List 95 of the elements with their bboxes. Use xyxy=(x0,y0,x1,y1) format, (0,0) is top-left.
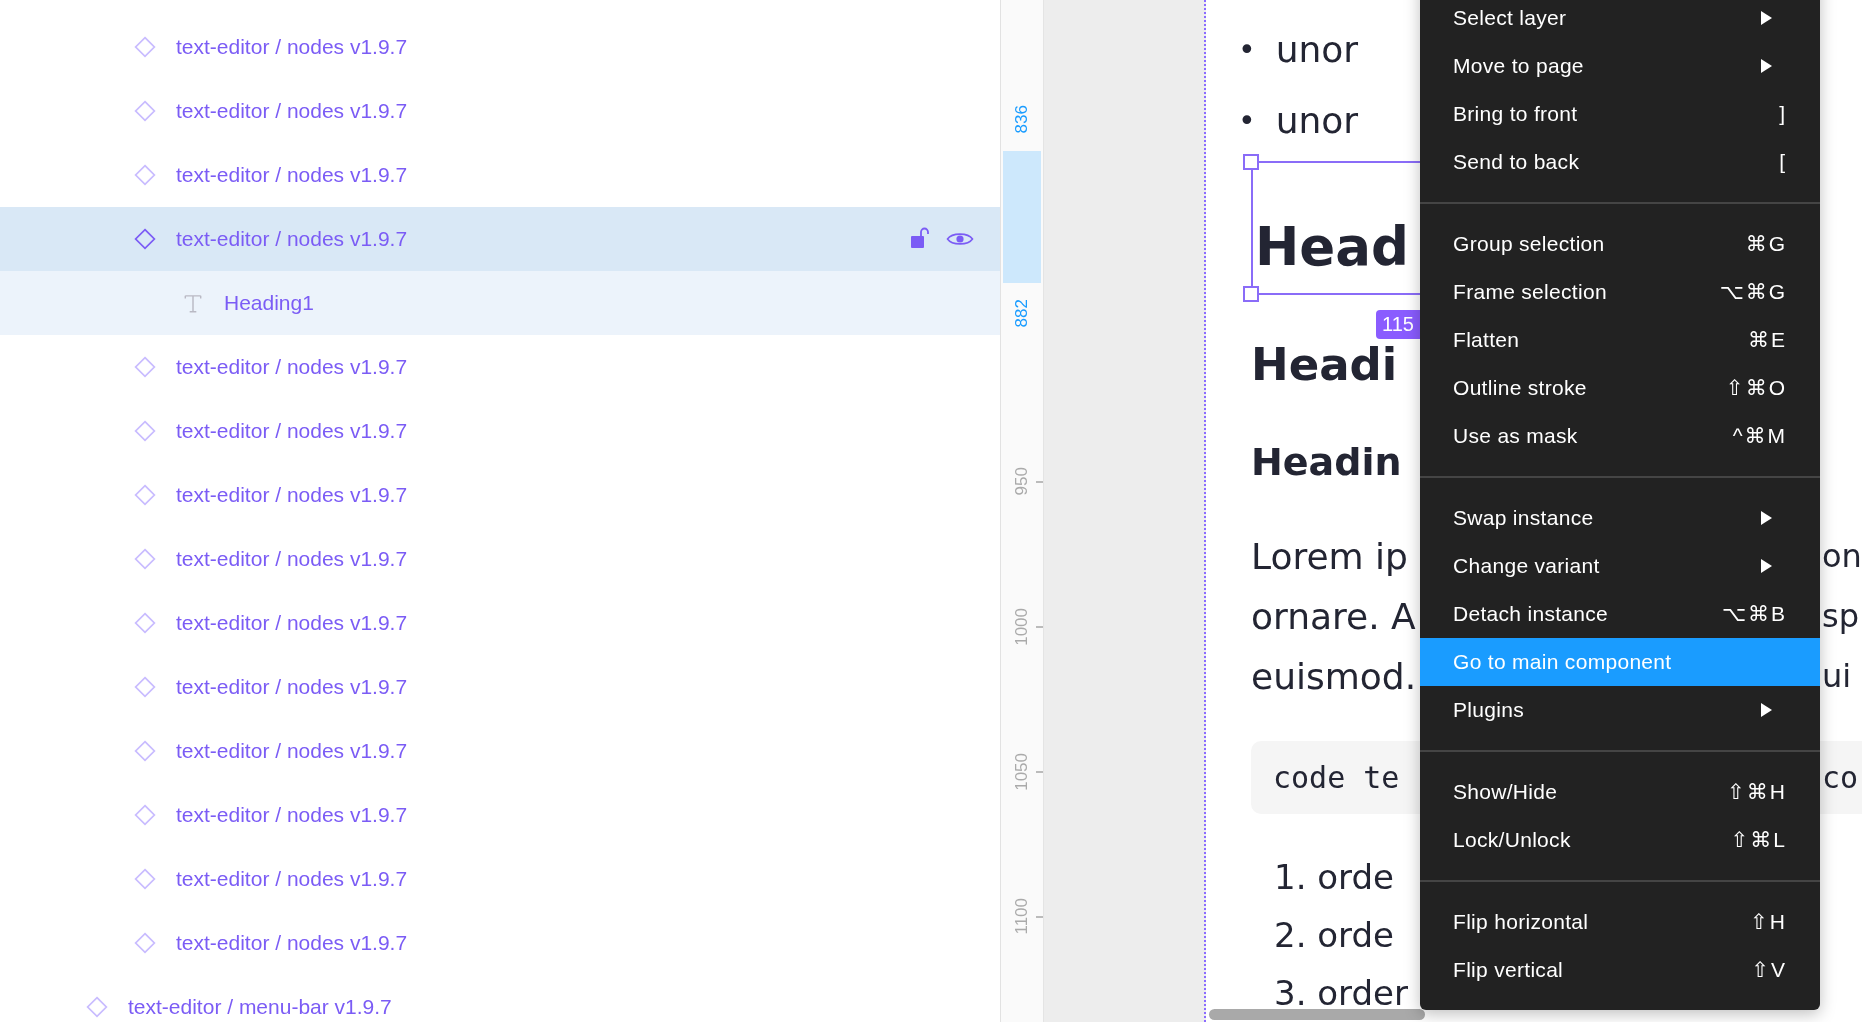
component-icon xyxy=(134,100,156,122)
layer-row[interactable]: text-editor / nodes v1.9.7 xyxy=(0,15,1000,79)
component-icon xyxy=(134,740,156,762)
layer-row[interactable]: text-editor / nodes v1.9.7 xyxy=(0,335,1000,399)
layer-name: text-editor / nodes v1.9.7 xyxy=(176,419,408,443)
layer-row[interactable]: text-editor / nodes v1.9.7 xyxy=(0,527,1000,591)
layer-row[interactable]: text-editor / nodes v1.9.7 xyxy=(0,143,1000,207)
menu-item[interactable]: Plugins xyxy=(1420,686,1820,734)
list-item-text: 1. orde xyxy=(1274,857,1394,897)
eye-icon[interactable] xyxy=(946,231,974,247)
bullet: • xyxy=(1238,102,1256,138)
component-icon xyxy=(134,484,156,506)
list-item-text: unor xyxy=(1275,28,1359,70)
resize-handle[interactable] xyxy=(1243,286,1259,302)
layer-row[interactable]: text-editor / menu-bar v1.9.7 xyxy=(0,975,1000,1022)
component-icon xyxy=(134,868,156,890)
layer-name: text-editor / nodes v1.9.7 xyxy=(176,163,408,187)
paragraph-text: on xyxy=(1822,537,1862,575)
layer-name: text-editor / nodes v1.9.7 xyxy=(176,611,408,635)
text-icon xyxy=(182,292,204,314)
menu-item[interactable]: Flatten ⌘E xyxy=(1420,316,1820,364)
menu-item[interactable]: Flip horizontal ⇧H xyxy=(1420,898,1820,946)
component-icon xyxy=(134,804,156,826)
unlocked-padlock-icon[interactable] xyxy=(910,227,930,249)
layer-row[interactable]: text-editor / nodes v1.9.7 xyxy=(0,847,1000,911)
bullet: • xyxy=(1238,31,1256,67)
ruler-label: 1100 xyxy=(1012,898,1032,935)
menu-item[interactable]: Detach instance ⌥⌘B xyxy=(1420,590,1820,638)
list-item-text: 3. order xyxy=(1274,973,1408,1013)
layer-name: text-editor / nodes v1.9.7 xyxy=(176,99,408,123)
layer-row[interactable]: text-editor / nodes v1.9.7 xyxy=(0,399,1000,463)
component-icon xyxy=(134,356,156,378)
layer-name: text-editor / nodes v1.9.7 xyxy=(176,803,408,827)
component-icon xyxy=(134,932,156,954)
layer-row[interactable]: text-editor / nodes v1.9.7 xyxy=(0,911,1000,975)
menu-item[interactable]: Outline stroke ⇧⌘O xyxy=(1420,364,1820,412)
component-icon xyxy=(134,612,156,634)
layer-name: text-editor / nodes v1.9.7 xyxy=(176,547,408,571)
layer-name: Heading1 xyxy=(224,291,314,315)
layer-row[interactable]: text-editor / nodes v1.9.7 xyxy=(0,783,1000,847)
layer-row[interactable]: text-editor / nodes v1.9.7 xyxy=(0,79,1000,143)
ruler-label: 1000 xyxy=(1012,607,1032,646)
heading-text: Headin xyxy=(1251,440,1402,484)
menu-item[interactable]: Bring to front ] xyxy=(1420,90,1820,138)
layer-name: text-editor / nodes v1.9.7 xyxy=(176,227,408,251)
layer-row[interactable]: text-editor / nodes v1.9.7 xyxy=(0,207,1000,271)
ruler-label: 1050 xyxy=(1012,752,1032,791)
layer-row[interactable]: text-editor / nodes v1.9.7 xyxy=(0,463,1000,527)
code-text: co xyxy=(1822,760,1859,795)
scrollbar[interactable] xyxy=(1209,1009,1425,1020)
menu-item[interactable]: Select layer xyxy=(1420,0,1820,42)
menu-item[interactable]: Swap instance xyxy=(1420,494,1820,542)
layer-name: text-editor / nodes v1.9.7 xyxy=(176,739,408,763)
ruler-label: 836 xyxy=(1012,104,1032,134)
layer-name: text-editor / nodes v1.9.7 xyxy=(176,483,408,507)
component-icon xyxy=(134,228,156,250)
component-icon xyxy=(86,996,108,1018)
paragraph-text: euismod. xyxy=(1251,655,1417,697)
layer-name: text-editor / nodes v1.9.7 xyxy=(176,931,408,955)
menu-item[interactable]: Lock/Unlock ⇧⌘L xyxy=(1420,816,1820,864)
layer-name: text-editor / nodes v1.9.7 xyxy=(176,35,408,59)
component-icon xyxy=(134,164,156,186)
list-item-text: unor xyxy=(1275,99,1359,141)
dimension-badge: 115 xyxy=(1376,310,1420,339)
list-item-text: 2. orde xyxy=(1274,915,1394,955)
menu-item[interactable]: Send to back [ xyxy=(1420,138,1820,186)
resize-handle[interactable] xyxy=(1243,154,1259,170)
layer-row[interactable]: text-editor / nodes v1.9.7 xyxy=(0,719,1000,783)
menu-item[interactable]: Frame selection ⌥⌘G xyxy=(1420,268,1820,316)
paragraph-text: ornare. A xyxy=(1251,595,1416,637)
component-icon xyxy=(134,548,156,570)
layer-row[interactable]: text-editor / nodes v1.9.7 xyxy=(0,655,1000,719)
layer-name: text-editor / nodes v1.9.7 xyxy=(176,675,408,699)
layer-name: text-editor / nodes v1.9.7 xyxy=(176,355,408,379)
layer-row[interactable]: Heading1 xyxy=(0,271,1000,335)
heading-text: Headi xyxy=(1251,337,1398,391)
paragraph-text: sp xyxy=(1822,597,1859,635)
component-icon xyxy=(134,676,156,698)
ruler-label: 950 xyxy=(1012,467,1032,496)
menu-item[interactable]: Flip vertical ⇧V xyxy=(1420,946,1820,994)
menu-item[interactable]: Change variant xyxy=(1420,542,1820,590)
menu-item[interactable]: Show/Hide ⇧⌘H xyxy=(1420,768,1820,816)
layer-row[interactable]: text-editor / nodes v1.9.7 xyxy=(0,591,1000,655)
paragraph-text: ui xyxy=(1822,657,1852,695)
menu-item[interactable]: Use as mask ^⌘M xyxy=(1420,412,1820,460)
heading-text: Head xyxy=(1255,220,1409,273)
menu-item[interactable]: Move to page xyxy=(1420,42,1820,90)
component-icon xyxy=(134,36,156,58)
component-icon xyxy=(134,420,156,442)
code-text: code te xyxy=(1273,760,1400,795)
paragraph-text: Lorem ip xyxy=(1251,535,1408,577)
ruler-label: 882 xyxy=(1012,298,1032,328)
layer-name: text-editor / menu-bar v1.9.7 xyxy=(128,995,392,1019)
layer-name: text-editor / nodes v1.9.7 xyxy=(176,867,408,891)
menu-item[interactable]: Group selection ⌘G xyxy=(1420,220,1820,268)
